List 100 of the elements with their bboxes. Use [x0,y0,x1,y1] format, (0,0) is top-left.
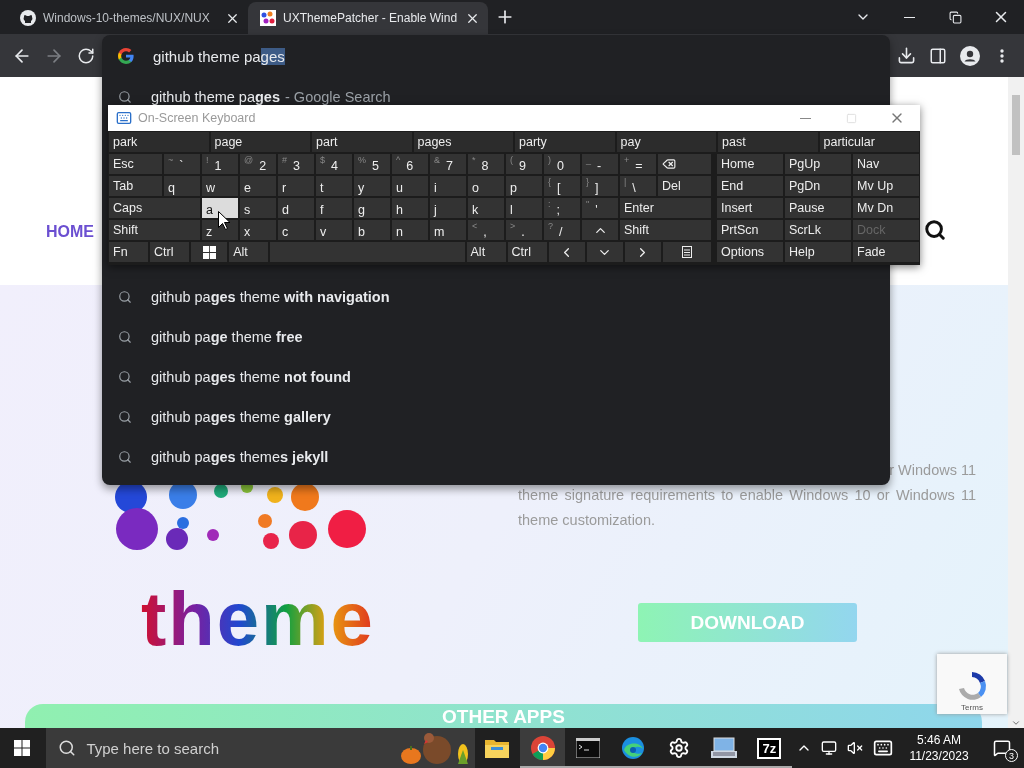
keyboard-key[interactable]: { [ [543,175,581,197]
keyboard-key[interactable]: q [163,175,201,197]
keyboard-key[interactable]: Enter [619,197,712,219]
nav-link[interactable]: HOME [46,223,94,241]
keyboard-key[interactable]: z [201,219,239,241]
keyboard-key[interactable]: < , [467,219,505,241]
keyboard-key[interactable]: i [429,175,467,197]
keyboard-key[interactable]: s [239,197,277,219]
keyboard-key[interactable]: : ; [543,197,581,219]
word-prediction[interactable]: pages [412,131,514,153]
search-suggestion[interactable]: github pages theme with navigation [102,277,890,317]
keyboard-key[interactable]: Shift [108,219,201,241]
scrollbar-thumb[interactable] [1012,95,1020,155]
keyboard-key[interactable]: + = [619,153,657,175]
keyboard-key[interactable]: l [505,197,543,219]
backspace-key[interactable] [657,153,712,175]
keyboard-key[interactable]: Esc [108,153,163,175]
taskbar-app-button[interactable] [520,728,566,768]
keyboard-key[interactable]: _ - [581,153,619,175]
keyboard-key[interactable]: h [391,197,429,219]
word-prediction[interactable]: party [514,131,616,153]
keyboard-key[interactable]: ) 0 [543,153,581,175]
keyboard-key[interactable]: u [391,175,429,197]
keyboard-key[interactable]: e [239,175,277,197]
keyboard-key[interactable]: ( 9 [505,153,543,175]
keyboard-key[interactable]: } ] [581,175,619,197]
search-suggestion[interactable]: github page theme free [102,317,890,357]
keyboard-key[interactable]: k [467,197,505,219]
keyboard-key[interactable]: PgUp [784,153,852,175]
keyboard-key[interactable]: Shift [619,219,712,241]
keyboard-key[interactable]: Del [657,175,712,197]
keyboard-key[interactable]: " ' [581,197,619,219]
word-prediction[interactable]: past [717,131,819,153]
search-icon[interactable] [924,219,946,241]
keyboard-key[interactable]: v [315,219,353,241]
up-arrow-key[interactable] [581,219,619,241]
keyboard-key[interactable]: Mv Up [852,175,920,197]
keyboard-key[interactable]: Insert [716,197,784,219]
right-arrow-key[interactable] [623,241,662,263]
keyboard-key[interactable]: Fn [108,241,150,263]
clock[interactable]: 5:46 AM 11/23/2023 [898,732,980,764]
keyboard-key[interactable]: Alt [465,241,507,263]
search-suggestion[interactable]: github pages theme gallery [102,397,890,437]
keyboard-key[interactable]: @ 2 [239,153,277,175]
keyboard-key[interactable]: Tab [108,175,163,197]
search-suggestion[interactable]: github pages theme not found [102,357,890,397]
keyboard-key[interactable]: Alt [228,241,270,263]
keyboard-key[interactable]: f [315,197,353,219]
keyboard-key[interactable]: m [429,219,467,241]
keyboard-key[interactable]: b [353,219,391,241]
keyboard-key[interactable]: y [353,175,391,197]
keyboard-key[interactable]: ? / [543,219,581,241]
keyboard-key[interactable]: o [467,175,505,197]
down-arrow-key[interactable] [585,241,624,263]
keyboard-key[interactable]: ^ 6 [391,153,429,175]
keyboard-key[interactable]: p [505,175,543,197]
keyboard-key[interactable]: Ctrl [506,241,548,263]
keyboard-key[interactable]: n [391,219,429,241]
keyboard-key[interactable]: j [429,197,467,219]
word-prediction[interactable]: park [108,131,210,153]
keyboard-key[interactable]: ~ ` [163,153,201,175]
scrollbar[interactable] [1008,77,1024,728]
keyboard-key[interactable]: * 8 [467,153,505,175]
keyboard-key[interactable]: Ctrl [149,241,191,263]
keyboard-key[interactable]: End [716,175,784,197]
scroll-down-icon[interactable] [1011,718,1021,728]
keyboard-key[interactable]: w [201,175,239,197]
keyboard-key[interactable]: t [315,175,353,197]
keyboard-key[interactable]: PgDn [784,175,852,197]
keyboard-key[interactable]: Nav [852,153,920,175]
search-suggestion[interactable]: github pages themes jekyll [102,437,890,477]
taskbar-app-button[interactable]: 7z [746,728,792,768]
keyboard-key[interactable]: Mv Dn [852,197,920,219]
keyboard-key[interactable]: Fade [852,241,920,263]
word-prediction[interactable]: page [209,131,311,153]
keyboard-key[interactable]: a [201,197,239,219]
keyboard-key[interactable]: Help [784,241,852,263]
keyboard-key[interactable]: Pause [784,197,852,219]
keyboard-key[interactable]: Options [716,241,784,263]
word-prediction[interactable]: part [311,131,413,153]
keyboard-key[interactable]: c [277,219,315,241]
keyboard-key[interactable]: Caps [108,197,201,219]
keyboard-key[interactable]: PrtScn [716,219,784,241]
keyboard-key[interactable]: % 5 [353,153,391,175]
keyboard-key[interactable]: d [277,197,315,219]
keyboard-key[interactable]: ! 1 [201,153,239,175]
menu-key[interactable] [661,241,713,263]
word-prediction[interactable]: particular [818,131,920,153]
keyboard-key[interactable]: x [239,219,277,241]
browser-tab[interactable]: Windows-10-themes/NUX/NUX [8,2,248,34]
word-prediction[interactable]: pay [615,131,717,153]
keyboard-key[interactable]: Home [716,153,784,175]
keyboard-key[interactable]: | \ [619,175,657,197]
windows-key[interactable] [190,241,229,263]
browser-tab[interactable]: UXThemePatcher - Enable Wind [248,2,488,34]
left-arrow-key[interactable] [547,241,586,263]
keyboard-key[interactable]: # 3 [277,153,315,175]
keyboard-key[interactable]: ScrLk [784,219,852,241]
notifications-button[interactable]: 3 [980,728,1024,768]
keyboard-key[interactable]: g [353,197,391,219]
